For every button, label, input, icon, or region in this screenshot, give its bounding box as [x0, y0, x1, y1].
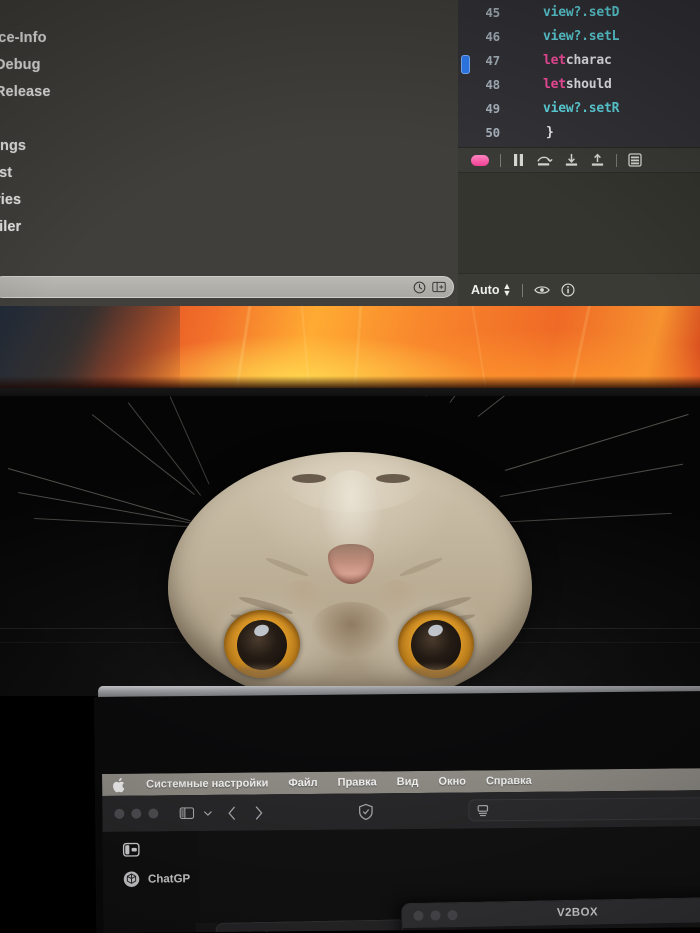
code-token: } — [546, 124, 554, 140]
sidebar-item-chatgpt[interactable]: ChatGP — [103, 863, 199, 895]
chevron-down-icon[interactable] — [203, 809, 212, 816]
menubar-item-window[interactable]: Окно — [428, 775, 476, 788]
back-arrow-icon[interactable] — [227, 805, 236, 820]
code-token: view?.setR — [543, 100, 620, 116]
sidebar-toggle-icon[interactable] — [179, 807, 195, 820]
cat-left-eye — [224, 610, 300, 678]
desktop-wallpaper — [0, 306, 700, 388]
forward-arrow-icon[interactable] — [254, 805, 263, 820]
chatgpt-logo-icon — [123, 871, 140, 888]
tree-item[interactable]: ttings — [0, 139, 186, 154]
code-line: 48 let should — [458, 72, 700, 96]
step-out-icon[interactable] — [590, 153, 605, 167]
cat-nose — [328, 544, 374, 584]
clock-icon[interactable] — [412, 280, 427, 295]
window-controls[interactable] — [114, 808, 159, 819]
code-token: should — [565, 76, 612, 92]
tree-item[interactable]: ories — [0, 193, 186, 208]
laptop-screen: Системные настройки Файл Правка Вид Окно… — [102, 768, 700, 933]
menubar-item-edit[interactable]: Правка — [328, 776, 387, 789]
ide-editor-pane: 45 view?.setD 46 view?.setL 47 let chara… — [458, 0, 700, 306]
cat-right-eye — [398, 610, 474, 678]
sidebar-panel-icon — [122, 842, 140, 857]
reader-mode-icon[interactable] — [476, 804, 489, 817]
divider — [522, 283, 524, 297]
code-token: view?.setD — [543, 4, 620, 20]
scope-label: Auto — [471, 283, 500, 297]
tree-item[interactable]: dDebug — [0, 58, 186, 73]
tree-item[interactable]: vice-Info — [0, 31, 186, 46]
code-keyword: let — [543, 76, 566, 92]
chevron-updown-icon: ▲ ▼ — [502, 280, 512, 298]
panel-toggle-icon[interactable] — [431, 280, 446, 295]
apple-logo-icon[interactable] — [112, 777, 125, 792]
tree-item[interactable]: tailer — [0, 220, 186, 235]
sidebar-item-label: ChatGP — [147, 872, 191, 886]
code-line: 49 view?.setR — [458, 96, 700, 120]
code-line: 47 let charac — [458, 48, 700, 74]
breakpoint-marker[interactable] — [461, 54, 470, 74]
cat-nostril-crease — [292, 474, 326, 483]
minimize-button[interactable] — [131, 808, 142, 819]
line-number: 45 — [485, 4, 500, 20]
debug-console[interactable] — [458, 173, 700, 273]
debug-footer: Auto ▲ ▼ — [458, 273, 700, 306]
menubar-app-name[interactable]: Системные настройки — [136, 777, 278, 790]
debug-toolbar — [458, 147, 700, 173]
scope-selector[interactable]: Auto ▲ ▼ — [471, 280, 512, 298]
code-line: 50 } — [458, 120, 700, 144]
project-tree[interactable]: e vice-Info dDebug dRelease ttings List … — [0, 4, 186, 247]
v2box-window: V2BOX V2BOX Log Level info ▲▼ — [401, 896, 700, 933]
eye-icon[interactable] — [534, 284, 551, 296]
macbook: Системные настройки Файл Правка Вид Окно… — [72, 686, 700, 933]
step-into-icon[interactable] — [564, 153, 579, 167]
cat-eyelid — [224, 666, 300, 678]
tree-item[interactable]: List — [0, 166, 186, 181]
line-number: 48 — [485, 76, 500, 92]
cat-chin — [310, 602, 392, 658]
photo-scene: e vice-Info dDebug dRelease ttings List … — [0, 0, 700, 933]
code-line: 45 view?.setD — [458, 0, 700, 24]
zoom-button[interactable] — [148, 808, 159, 819]
pause-button[interactable] — [512, 153, 525, 167]
v2box-window-title: V2BOX — [556, 906, 599, 920]
line-number-text: 47 — [485, 52, 500, 68]
code-editor[interactable]: 45 view?.setD 46 view?.setL 47 let chara… — [458, 0, 700, 147]
line-number: 46 — [485, 28, 500, 44]
menubar-item-file[interactable]: Файл — [278, 777, 327, 789]
menubar-item-view[interactable]: Вид — [387, 776, 429, 788]
browser-toolbar — [102, 790, 700, 832]
code-token: charac — [565, 52, 612, 68]
cat-nostril-crease — [376, 474, 410, 483]
variables-list-icon[interactable] — [628, 153, 642, 167]
shield-check-icon[interactable] — [358, 803, 373, 820]
stop-button[interactable] — [471, 154, 489, 166]
divider — [616, 153, 617, 167]
external-monitor: e vice-Info dDebug dRelease ttings List … — [0, 0, 700, 306]
tree-item[interactable]: dRelease — [0, 85, 186, 100]
ide-project-navigator: e vice-Info dDebug dRelease ttings List … — [0, 0, 458, 306]
code-line: 46 view?.setL — [458, 24, 700, 48]
line-number: 47 — [458, 52, 510, 74]
tree-item[interactable]: e — [0, 4, 186, 19]
line-number: 50 — [485, 124, 500, 140]
close-button[interactable] — [114, 808, 125, 819]
address-bar[interactable] — [468, 797, 700, 822]
divider — [500, 153, 501, 167]
navigator-filter-bar[interactable] — [0, 276, 454, 298]
app-sidebar: ChatGP — [102, 831, 200, 933]
code-keyword: let — [543, 52, 566, 68]
info-icon[interactable] — [561, 283, 575, 297]
code-token: view?.setL — [543, 28, 620, 44]
git-window-titlebar — [216, 920, 422, 933]
step-over-icon[interactable] — [536, 153, 553, 167]
cat-eyelid — [398, 666, 474, 678]
menubar-item-help[interactable]: Справка — [476, 775, 542, 788]
sidebar-item-panel[interactable] — [103, 835, 199, 864]
line-number: 49 — [485, 100, 500, 116]
cat-whisker-pad — [280, 580, 326, 614]
cat-whisker-pad — [374, 580, 420, 614]
